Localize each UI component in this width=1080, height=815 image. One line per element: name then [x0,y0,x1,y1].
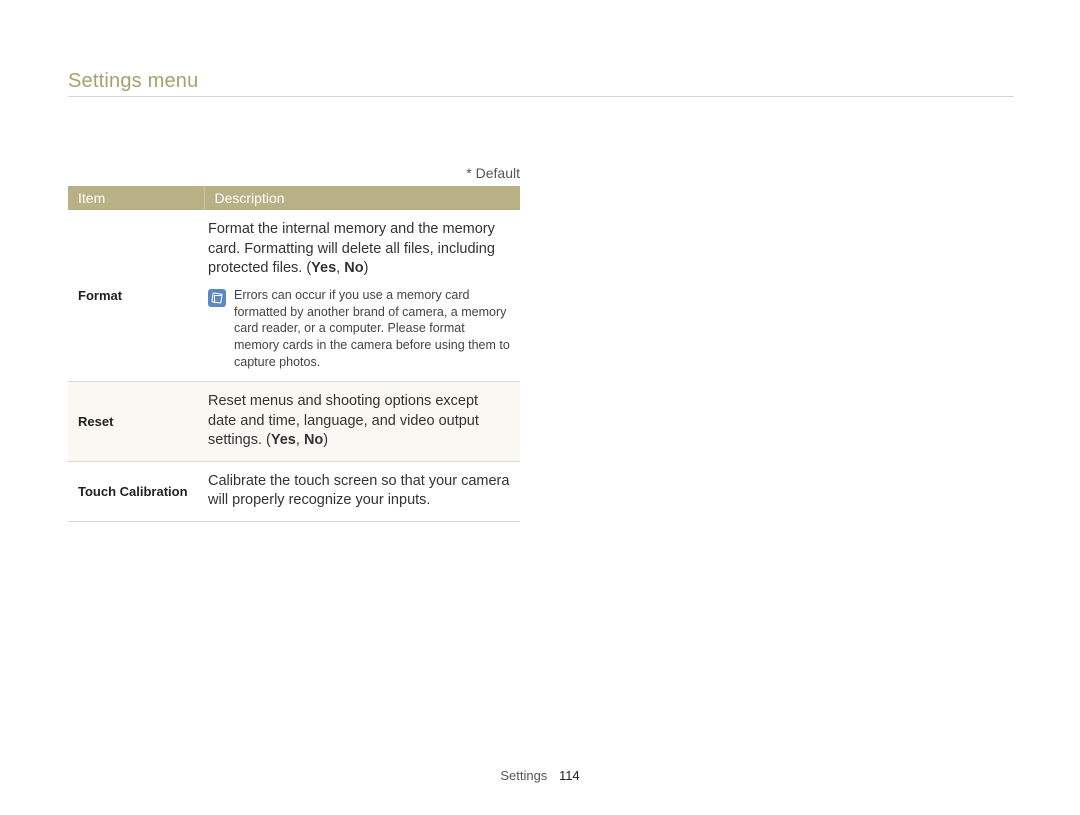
item-reset: Reset [68,382,204,462]
options-group: (Yes, No) [306,260,368,276]
page-footer: Settings 114 [0,768,1080,783]
desc-format: Format the internal memory and the memor… [204,210,520,382]
option-no: No [344,260,363,276]
settings-table: Item Description Format Format the inter… [68,186,520,522]
table-header-row: Item Description [68,186,520,210]
default-legend: * Default [68,165,520,181]
col-header-description: Description [204,186,520,210]
table-row: Reset Reset menus and shooting options e… [68,382,520,462]
table-row: Touch Calibration Calibrate the touch sc… [68,461,520,521]
col-header-item: Item [68,186,204,210]
option-yes: Yes [311,260,336,276]
note-text: Errors can occur if you use a memory car… [234,287,510,371]
footer-section: Settings [500,768,547,783]
item-touch-calibration: Touch Calibration [68,461,204,521]
desc-text: Reset menus and shooting options except … [208,393,479,448]
footer-page-number: 114 [559,768,580,783]
option-no: No [304,432,323,448]
info-note: Errors can occur if you use a memory car… [208,287,510,371]
table-row: Format Format the internal memory and th… [68,210,520,382]
page-title: Settings menu [68,70,198,93]
desc-touch-calibration: Calibrate the touch screen so that your … [204,461,520,521]
option-yes: Yes [271,432,296,448]
manual-page: Settings menu * Default Item Description… [0,0,1080,815]
header-divider [68,96,1014,97]
note-icon [208,289,226,307]
desc-reset: Reset menus and shooting options except … [204,382,520,462]
options-group: (Yes, No) [266,432,328,448]
item-format: Format [68,210,204,382]
